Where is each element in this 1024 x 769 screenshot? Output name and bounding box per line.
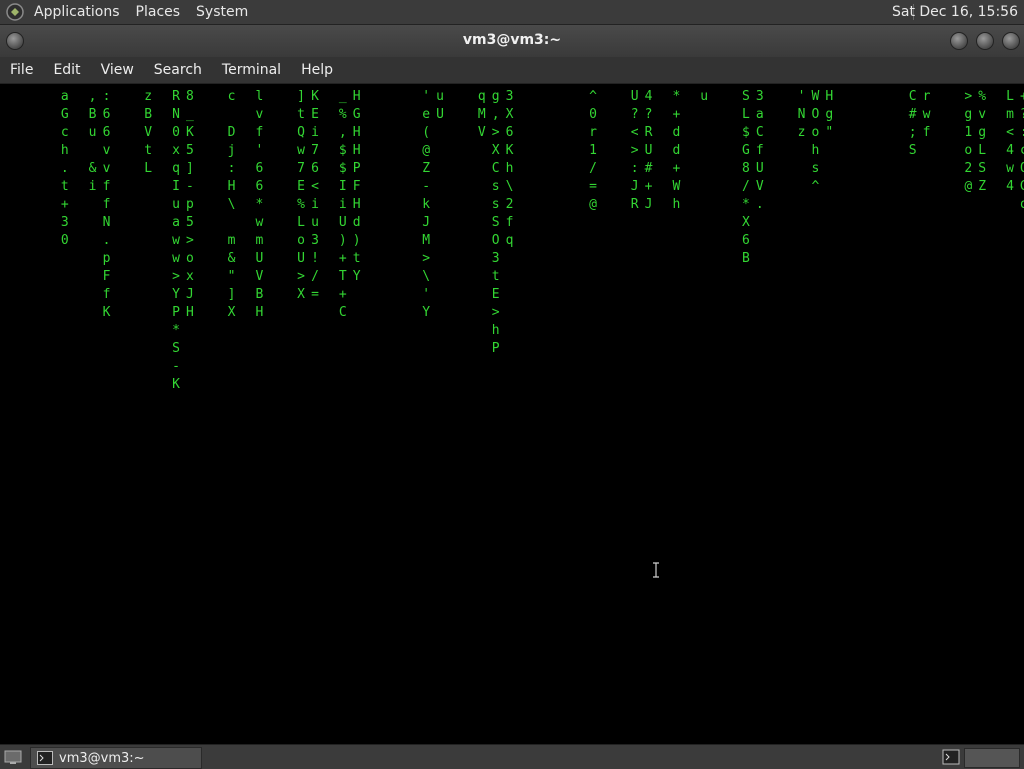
clock[interactable]: Sat Dec 16, 15:56 — [892, 0, 1018, 24]
maximize-button[interactable] — [976, 32, 994, 50]
matrix-column: l v f ' 6 6 * w m U V B H — [255, 89, 264, 320]
menu-places[interactable]: Places — [128, 0, 189, 24]
distro-logo-icon[interactable] — [6, 3, 24, 21]
top-panel: Applications Places System Sat Dec 16, 1… — [0, 0, 1024, 25]
taskbar-terminal-button[interactable]: vm3@vm3:~ — [30, 747, 202, 769]
matrix-column: % v g L S Z — [978, 89, 987, 194]
matrix-column: H g " — [825, 89, 834, 140]
menu-file[interactable]: File — [0, 57, 43, 83]
terminal-icon — [37, 751, 53, 765]
matrix-column: q M V — [477, 89, 486, 140]
terminal-output[interactable]: a G c h . t + 3 0 , B u & i : 6 6 v v f f… — [0, 84, 1024, 744]
tray-terminal-icon[interactable] — [942, 748, 960, 766]
matrix-column: ] t Q w 7 E % L o U > X — [297, 89, 305, 302]
matrix-column: L m < 4 w 4 — [1006, 89, 1014, 194]
matrix-column: _ % , $ $ I i U ) + T + C — [338, 89, 347, 320]
workspace-switcher[interactable] — [964, 748, 1020, 768]
matrix-column: , B u & i — [88, 89, 97, 194]
matrix-column: S L $ G 8 / * X 6 B — [741, 89, 750, 266]
matrix-column: W O o h s ^ — [811, 89, 820, 194]
matrix-column: ' N z — [797, 89, 806, 140]
matrix-column: : 6 6 v v f f N . p F f K — [102, 89, 111, 320]
close-button[interactable] — [1002, 32, 1020, 50]
window-title: vm3@vm3:~ — [462, 32, 562, 48]
menu-help[interactable]: Help — [291, 57, 343, 83]
menu-edit[interactable]: Edit — [43, 57, 90, 83]
matrix-column: 4 ? R U # + J — [644, 89, 653, 212]
matrix-column: * + d d + W h — [672, 89, 681, 212]
matrix-column: a G c h . t + 3 0 — [60, 89, 69, 248]
ibeam-cursor-icon — [653, 562, 659, 578]
bottom-panel: vm3@vm3:~ — [0, 744, 1024, 769]
matrix-column: U ? < > : J R — [630, 89, 639, 212]
matrix-column: H G H H P F H d ) t Y — [352, 89, 361, 284]
matrix-column: z B V t L — [144, 89, 153, 176]
menu-terminal[interactable]: Terminal — [212, 57, 291, 83]
matrix-column: ' e ( @ Z - k J M > \ ' Y — [422, 89, 431, 320]
matrix-column: ^ 0 r 1 / = @ — [589, 89, 597, 212]
matrix-column: g , > X C s s S O 3 t E > h P — [491, 89, 500, 356]
taskbar-task-label: vm3@vm3:~ — [59, 750, 145, 766]
matrix-column: K E i 7 6 < i u 3 ! / = — [311, 89, 319, 302]
menu-search[interactable]: Search — [144, 57, 212, 83]
show-desktop-icon[interactable] — [4, 749, 22, 765]
menu-system[interactable]: System — [188, 0, 256, 24]
menu-view[interactable]: View — [91, 57, 144, 83]
matrix-column: r w f — [922, 89, 931, 140]
menu-applications[interactable]: Applications — [26, 0, 128, 24]
terminal-menubar: File Edit View Search Terminal Help — [0, 57, 1024, 84]
window-titlebar[interactable]: vm3@vm3:~ — [0, 25, 1024, 57]
matrix-column: u U — [436, 89, 444, 122]
matrix-column: 3 X 6 K h \ 2 f q — [505, 89, 514, 248]
matrix-column: u — [700, 89, 709, 104]
matrix-column: C # ; S — [908, 89, 917, 158]
matrix-column: > g 1 o 2 @ — [964, 89, 973, 194]
matrix-column: c D j : H \ m & " ] X — [227, 89, 236, 320]
matrix-column: 3 a C f U V . — [755, 89, 764, 212]
matrix-column: R N 0 x q I u a w w > Y P * S - K — [172, 89, 180, 392]
matrix-column: + ? : c Q G o — [1019, 89, 1024, 212]
minimize-button[interactable] — [950, 32, 968, 50]
matrix-column: 8 _ K 5 ] - p 5 > o x J H — [185, 89, 194, 320]
